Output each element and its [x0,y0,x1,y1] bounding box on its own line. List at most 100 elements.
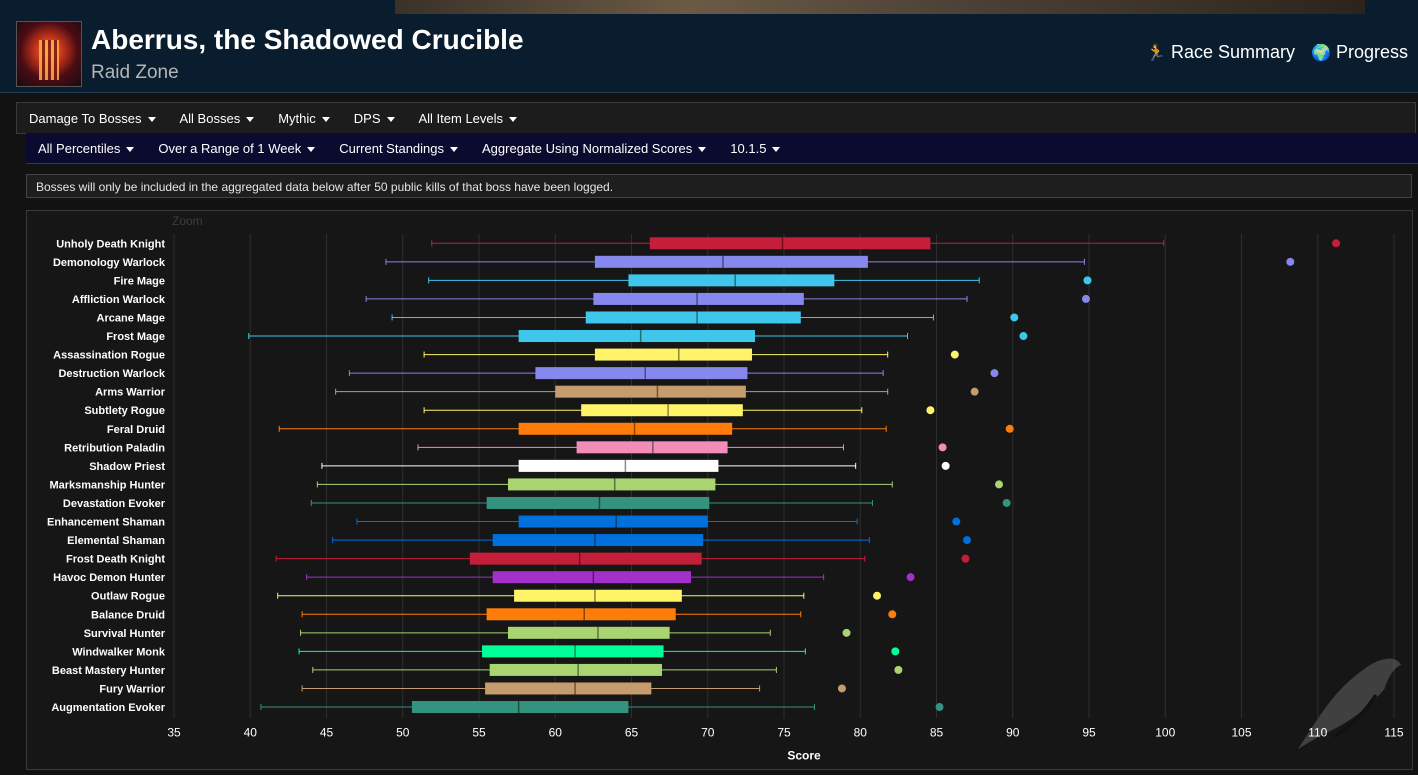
race-summary-label: Race Summary [1171,42,1296,62]
header-links: 🏃 Race Summary 🌍 Progress [1146,42,1408,63]
x-tick-label: 55 [472,725,486,739]
outlier-point [941,461,950,470]
box-iqr [507,626,670,639]
category-label: Feral Druid [107,424,165,436]
box-iqr [482,645,664,658]
category-label: Frost Mage [106,331,165,343]
box-iqr [514,589,682,602]
box-iqr [594,348,752,361]
category-label: Affliction Warlock [72,294,166,306]
boxplot-chart: 35404550556065707580859095100105110115Sc… [47,234,1404,762]
outlier-point [1005,424,1014,433]
zone-icon [16,21,82,87]
box-iqr [518,330,756,343]
category-label: Shadow Priest [89,461,165,473]
box-iqr [486,608,676,621]
x-tick-label: 75 [777,725,791,739]
role-dropdown[interactable]: DPS [342,111,407,126]
outlier-point [888,610,897,619]
page-header: Aberrus, the Shadowed Crucible Raid Zone… [0,0,1418,93]
outlier-point [894,665,903,674]
outlier-point [952,517,961,526]
box-iqr [492,571,691,584]
outlier-point [906,573,915,582]
x-tick-label: 60 [549,725,563,739]
category-label: Augmentation Evoker [51,702,165,714]
patch-dropdown[interactable]: 10.1.5 [718,141,792,156]
filter-bar-secondary: All Percentiles Over a Range of 1 Week C… [26,133,1418,164]
outlier-point [891,647,900,656]
box-iqr [628,274,835,287]
box-iqr [518,515,708,528]
role-dropdown-label: DPS [353,110,381,126]
category-label: Elemental Shaman [67,535,165,547]
box-iqr [518,422,733,435]
category-label: Subtlety Rogue [84,405,165,417]
globe-icon: 🌍 [1311,44,1331,62]
logo-watermark-icon [1298,658,1402,749]
progress-label: Progress [1335,42,1408,62]
patch-dropdown-label: 10.1.5 [730,140,767,156]
box-iqr [576,441,728,454]
caret-down-icon [126,146,135,152]
category-label: Demonology Warlock [53,257,166,269]
outlier-point [938,443,947,452]
difficulty-dropdown[interactable]: Mythic [266,111,342,126]
difficulty-dropdown-label: Mythic [278,110,316,126]
race-summary-link[interactable]: 🏃 Race Summary [1146,42,1295,63]
x-tick-label: 70 [701,725,715,739]
item-level-dropdown[interactable]: All Item Levels [407,111,530,126]
outlier-point [990,369,999,378]
outlier-point [963,536,971,545]
box-iqr [492,534,704,547]
box-iqr [594,255,868,268]
caret-down-icon [246,116,255,122]
box-iqr [593,292,804,305]
outlier-point [842,628,851,637]
category-label: Outlaw Rogue [91,591,165,603]
category-label: Arms Warrior [95,387,166,399]
chart-panel: Zoom 35404550556065707580859095100105110… [26,210,1413,770]
outlier-point [950,350,959,359]
category-label: Balance Druid [91,609,165,621]
outlier-point [926,406,935,415]
outlier-point [1002,498,1011,507]
progress-link[interactable]: 🌍 Progress [1311,42,1408,63]
standings-dropdown[interactable]: Current Standings [327,141,470,156]
outlier-point [1332,239,1341,248]
page-subtitle: Raid Zone [91,62,179,83]
time-range-dropdown[interactable]: Over a Range of 1 Week [146,141,327,156]
box-iqr [555,385,746,398]
category-label: Enhancement Shaman [47,517,165,529]
x-tick-label: 35 [167,725,181,739]
outlier-point [1010,313,1019,322]
metric-dropdown[interactable]: Damage To Bosses [17,111,168,126]
caret-down-icon [321,116,330,122]
percentile-dropdown-label: All Percentiles [38,140,121,156]
category-label: Marksmanship Hunter [49,479,165,491]
outlier-point [1083,276,1092,285]
category-label: Destruction Warlock [58,368,165,380]
aggregate-dropdown[interactable]: Aggregate Using Normalized Scores [470,141,718,156]
category-label: Survival Hunter [84,628,166,640]
category-label: Frost Death Knight [66,554,165,566]
box-iqr [518,459,719,472]
x-tick-label: 105 [1231,725,1251,739]
x-tick-label: 65 [625,725,639,739]
aggregate-dropdown-label: Aggregate Using Normalized Scores [482,140,693,156]
category-label: Assassination Rogue [53,350,165,362]
box-iqr [535,367,748,380]
outlier-point [873,591,882,600]
caret-down-icon [147,116,156,122]
box-iqr [581,404,743,417]
boss-dropdown[interactable]: All Bosses [168,111,267,126]
category-label: Beast Mastery Hunter [52,665,166,677]
outlier-point [935,703,944,712]
percentile-dropdown[interactable]: All Percentiles [26,141,146,156]
outlier-point [1286,257,1295,266]
item-level-dropdown-label: All Item Levels [418,110,504,126]
outlier-point [1019,332,1028,341]
category-label: Windwalker Monk [72,646,166,658]
category-label: Fury Warrior [99,683,165,695]
box-iqr [507,478,716,491]
